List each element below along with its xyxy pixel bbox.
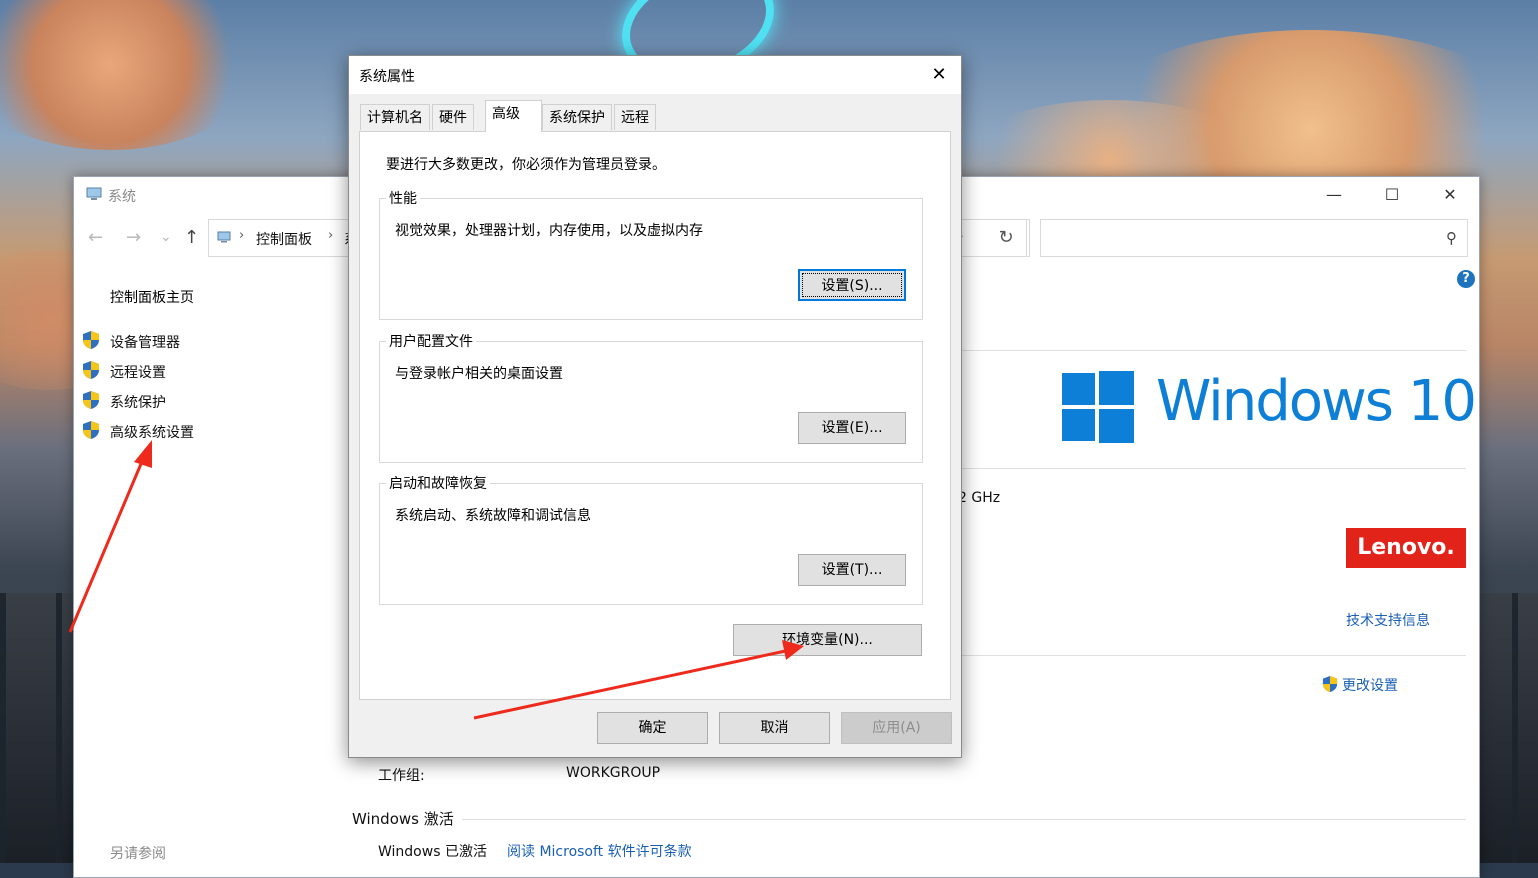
group-title: 用户配置文件 <box>386 331 476 351</box>
startup-recovery-group: 启动和故障恢复 系统启动、系统故障和调试信息 设置(T)... <box>379 473 923 605</box>
performance-group: 性能 视觉效果，处理器计划，内存使用，以及虚拟内存 设置(S)... <box>379 188 923 320</box>
dialog-titlebar[interactable]: 系统属性 ✕ <box>349 56 961 94</box>
section-divider <box>962 468 1466 469</box>
shield-icon <box>83 421 99 439</box>
dialog-title: 系统属性 <box>359 69 415 85</box>
tab-computer-name[interactable]: 计算机名 <box>360 104 430 130</box>
lenovo-logo: Lenovo. <box>1346 528 1466 568</box>
back-arrow-icon[interactable]: ← <box>88 227 103 248</box>
group-description: 与登录帐户相关的桌面设置 <box>395 366 563 382</box>
computer-icon <box>86 187 102 200</box>
search-icon[interactable]: ⚲ <box>1446 229 1457 247</box>
system-window-title: 系统 <box>108 189 136 205</box>
maximize-button[interactable]: ☐ <box>1363 177 1421 213</box>
control-panel-icon <box>217 231 231 243</box>
cancel-button[interactable]: 取消 <box>719 712 830 744</box>
forward-arrow-icon[interactable]: → <box>126 227 141 248</box>
shield-icon <box>83 361 99 379</box>
sidebar-home-link[interactable]: 控制面板主页 <box>110 287 194 307</box>
license-terms-link[interactable]: 阅读 Microsoft 软件许可条款 <box>507 841 692 861</box>
see-also-heading: 另请参阅 <box>110 846 166 862</box>
user-profiles-settings-button[interactable]: 设置(E)... <box>798 412 906 444</box>
section-divider <box>962 350 1466 351</box>
sidebar-item-label: 高级系统设置 <box>110 425 194 441</box>
shield-icon <box>83 391 99 409</box>
sidebar-item-label: 系统保护 <box>110 395 166 411</box>
apply-button: 应用(A) <box>841 712 952 744</box>
search-input[interactable]: ⚲ <box>1040 219 1468 257</box>
section-divider <box>962 655 1466 656</box>
advanced-tab-panel: 要进行大多数更改，你必须作为管理员登录。 性能 视觉效果，处理器计划，内存使用，… <box>359 131 951 700</box>
windows-edition-text: Windows 10 <box>1156 369 1477 434</box>
tab-system-protection[interactable]: 系统保护 <box>542 104 612 130</box>
environment-variables-button[interactable]: 环境变量(N)... <box>733 624 922 656</box>
tab-remote[interactable]: 远程 <box>614 104 656 130</box>
close-window-button[interactable]: ✕ <box>1421 177 1479 213</box>
system-properties-dialog: 系统属性 ✕ 计算机名 硬件 高级 系统保护 远程 要进行大多数更改，你必须作为… <box>348 55 962 758</box>
group-title: 启动和故障恢复 <box>386 473 490 493</box>
recent-locations-icon[interactable]: ⌄ <box>160 229 172 245</box>
section-divider <box>462 819 1466 820</box>
workgroup-value: WORKGROUP <box>566 765 661 781</box>
sidebar-item-label: 设备管理器 <box>110 335 180 351</box>
group-description: 系统启动、系统故障和调试信息 <box>395 508 591 524</box>
shield-icon <box>83 331 99 349</box>
refresh-icon[interactable]: ↻ <box>986 219 1027 257</box>
tab-advanced[interactable]: 高级 <box>485 100 542 132</box>
breadcrumb-control-panel[interactable]: 控制面板 <box>256 229 312 249</box>
performance-settings-button[interactable]: 设置(S)... <box>798 269 906 301</box>
workgroup-label: 工作组: <box>378 768 425 784</box>
user-profiles-group: 用户配置文件 与登录帐户相关的桌面设置 设置(E)... <box>379 331 923 463</box>
shield-icon <box>1322 676 1338 692</box>
breadcrumb-chevron-icon: › <box>328 228 334 243</box>
admin-note: 要进行大多数更改，你必须作为管理员登录。 <box>386 157 666 173</box>
windows-logo-icon <box>1062 371 1134 443</box>
activation-status: Windows 已激活 <box>378 844 487 860</box>
group-description: 视觉效果，处理器计划，内存使用，以及虚拟内存 <box>395 223 703 239</box>
startup-recovery-settings-button[interactable]: 设置(T)... <box>798 554 906 586</box>
sidebar-item-label: 远程设置 <box>110 365 166 381</box>
help-icon[interactable]: ? <box>1457 270 1475 288</box>
tab-hardware[interactable]: 硬件 <box>432 104 474 130</box>
change-settings-label: 更改设置 <box>1342 678 1398 694</box>
processor-speed-text: 2 GHz <box>958 490 1001 506</box>
close-icon[interactable]: ✕ <box>917 56 961 94</box>
ok-button[interactable]: 确定 <box>597 712 708 744</box>
support-info-link[interactable]: 技术支持信息 <box>1346 610 1430 630</box>
activation-section-title: Windows 激活 <box>352 810 454 828</box>
breadcrumb-chevron-icon: › <box>239 228 245 243</box>
up-arrow-icon[interactable]: ↑ <box>184 227 199 248</box>
minimize-button[interactable]: — <box>1305 177 1363 213</box>
group-title: 性能 <box>386 188 420 208</box>
